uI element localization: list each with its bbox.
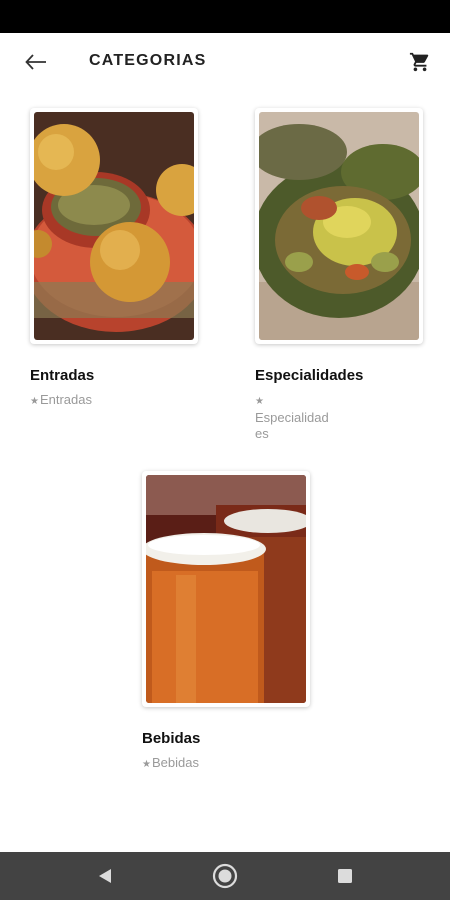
back-button[interactable]: [16, 47, 56, 77]
category-title: Bebidas: [142, 730, 201, 747]
star-icon: ★: [142, 759, 151, 770]
category-card-especialidades[interactable]: Especialidades ★ Especialidades: [255, 108, 423, 442]
cart-button[interactable]: [404, 47, 436, 77]
category-card-entradas[interactable]: Entradas ★Entradas: [30, 108, 198, 410]
status-bar: [0, 0, 450, 33]
system-nav-bar: [0, 852, 450, 900]
bebidas-image: [146, 475, 306, 703]
category-title: Entradas: [30, 367, 95, 384]
category-subtitle: ★Bebidas: [142, 755, 199, 770]
triangle-back-icon: [99, 869, 111, 883]
especialidades-image: [259, 112, 419, 340]
nav-back-button[interactable]: [90, 862, 120, 890]
category-subtitle: ★ Especialidades: [255, 396, 329, 441]
star-icon: ★: [255, 396, 264, 407]
nav-home-button[interactable]: [210, 862, 240, 890]
page-title: CATEGORIAS: [89, 52, 207, 69]
circle-home-icon: [212, 863, 238, 889]
nav-recents-button[interactable]: [330, 862, 360, 890]
app-bar: CATEGORIAS: [0, 33, 450, 91]
category-card-bebidas[interactable]: Bebidas ★Bebidas: [142, 471, 310, 773]
shopping-cart-icon: [409, 52, 429, 72]
category-title: Especialidades: [255, 367, 364, 384]
category-image-frame: [255, 108, 423, 344]
square-recents-icon: [338, 869, 352, 883]
arrow-left-icon: [25, 54, 46, 70]
category-image-frame: [142, 471, 310, 707]
category-subtitle: ★Entradas: [30, 392, 93, 407]
category-image-frame: [30, 108, 198, 344]
star-icon: ★: [30, 396, 39, 407]
entradas-image: [34, 112, 194, 340]
